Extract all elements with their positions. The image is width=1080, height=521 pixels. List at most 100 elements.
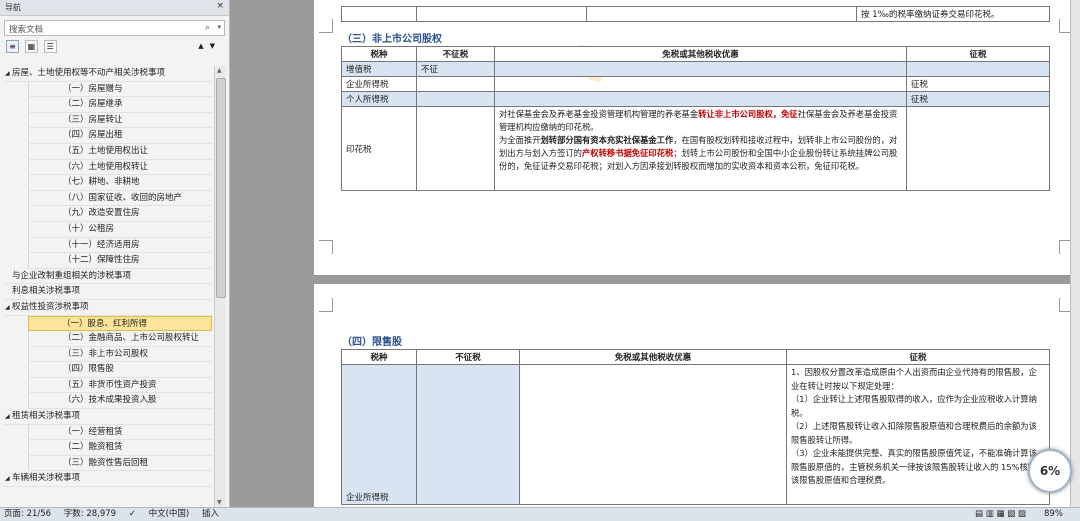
table-cell: 征税 — [906, 76, 1050, 92]
nav-tree-item[interactable]: （七）耕地、非耕地 — [28, 175, 212, 191]
view-buttons[interactable]: ▤ ▥ ▦ ▧ ▨ — [975, 508, 1026, 521]
nav-tree-label: （五）非货币性资产投资 — [63, 379, 157, 390]
scroll-up-icon[interactable]: ▲ — [217, 67, 222, 74]
table-cell: 按 1‰的税率缴纳证券交易印花税。 — [856, 6, 1050, 22]
nav-prev-next-icons[interactable]: ▲▼ — [198, 42, 221, 50]
insert-mode[interactable]: 插入 — [202, 509, 219, 519]
language[interactable]: 中文(中国) — [149, 509, 190, 519]
nav-tree-label: （四）房屋出租 — [63, 130, 123, 141]
headings-view-icon[interactable]: ≡ — [6, 40, 19, 53]
nav-tree-label: （一）经营租赁 — [63, 426, 123, 437]
nav-tree-item[interactable]: （四）房屋出租 — [28, 128, 212, 144]
nav-tree-item[interactable]: （五）非货币性资产投资 — [28, 377, 212, 394]
nav-tree-label: （六）土地使用权转让 — [63, 161, 149, 172]
text-run: 转让非上市公司股权，免征 — [698, 109, 798, 119]
nav-tree-item[interactable]: （三）房屋转让 — [28, 112, 212, 129]
nav-tree-item[interactable]: 与企业改制重组相关的涉税事项 — [4, 269, 212, 285]
page-count[interactable]: 页面: 21/56 — [4, 509, 51, 519]
table-cell — [494, 76, 907, 92]
nav-tree-item[interactable]: （一）房屋赠与 — [28, 81, 212, 98]
nav-tree-item[interactable]: ◢ 租赁相关涉税事项 — [4, 409, 212, 425]
nav-scroll-thumb[interactable] — [216, 78, 226, 298]
nav-tree-label: （二）融资租赁 — [63, 442, 123, 453]
document-page-1: ❖ 按 1‰的税率缴纳证券交易印花税。 （三）非上市公司股权 税种 不征税 免税… — [314, 0, 1080, 275]
nav-tree-item[interactable]: 利息相关涉税事项 — [4, 284, 212, 300]
stamp-tax-cell: 对社保基金会及养老基金投资管理机构管理的养老基金转让非上市公司股权，免征社保基金… — [494, 106, 907, 191]
tax-table-top: 按 1‰的税率缴纳证券交易印花税。 — [341, 6, 1050, 22]
levy-paragraph: （2）上述限售股转让收入扣除限售股原值和合理税费后的余额为该限售股转让所得。 — [791, 421, 1037, 445]
table-row: 企业所得税 1、因股权分置改革造成原由个人出资而由企业代持有的限售股，企业在转让… — [341, 364, 1050, 505]
nav-tree-item[interactable]: （三）融资性售后回租 — [28, 455, 212, 472]
nav-tree-item[interactable]: （六）技术成果投资入股 — [28, 393, 212, 410]
proofing-icon[interactable]: ✓ — [129, 509, 136, 519]
nav-scrollbar[interactable]: ▲ ▼ — [214, 66, 226, 507]
nav-tree-item[interactable]: （十）公租房 — [28, 221, 212, 238]
document-area: ❖ 按 1‰的税率缴纳证券交易印花税。 （三）非上市公司股权 税种 不征税 免税… — [231, 0, 1080, 507]
table-cell — [906, 61, 1050, 77]
nav-tree-item[interactable]: （六）土地使用权转让 — [28, 159, 212, 176]
column-header: 免税或其他税收优惠 — [519, 349, 787, 365]
nav-tree-label: （七）耕地、非耕地 — [63, 177, 140, 188]
text-run: 为全面推开 — [499, 135, 541, 145]
zoom-level[interactable]: 89% — [1044, 508, 1063, 521]
scroll-down-icon[interactable]: ▼ — [217, 499, 222, 506]
table-cell: 个人所得税 — [341, 91, 417, 107]
table-row: 企业所得税 征税 — [341, 76, 1050, 92]
nav-tree-label: 权益性投资涉税事项 — [12, 301, 89, 312]
expand-triangle-icon[interactable]: ◢ — [5, 66, 10, 82]
levy-paragraph: 1、因股权分置改革造成原由个人出资而由企业代持有的限售股，企业在转让时按以下规定… — [791, 367, 1037, 391]
tax-table-section4: 税种 不征税 免税或其他税收优惠 征税 企业所得税 1、因股权分置改革造成原由个… — [341, 349, 1050, 505]
expand-triangle-icon[interactable]: ◢ — [5, 471, 10, 487]
table-cell — [416, 364, 520, 505]
nav-tree-label: （一）股息、红利所得 — [62, 318, 148, 329]
nav-tree-item[interactable]: （二）房屋继承 — [28, 97, 212, 113]
document-scrollbar[interactable] — [1070, 0, 1080, 507]
zoom-badge: 6% — [1028, 449, 1072, 493]
search-placeholder: 搜索文档 — [9, 25, 44, 35]
table-cell — [416, 76, 495, 92]
pages-view-icon[interactable]: ▦ — [24, 40, 38, 53]
nav-tree-label: 利息相关涉税事项 — [12, 286, 81, 297]
nav-tree-item[interactable]: （五）土地使用权出让 — [28, 143, 212, 160]
search-input[interactable]: 搜索文档 ⌕ ▾ — [4, 20, 225, 36]
nav-tree-label: （六）技术成果投资入股 — [63, 395, 157, 406]
nav-tree-item[interactable]: （四）限售股 — [28, 362, 212, 378]
nav-title: 导航 — [5, 3, 21, 12]
nav-tree-item[interactable]: （十一）经济适用房 — [28, 237, 212, 254]
chevron-down-icon[interactable]: ▾ — [217, 23, 221, 31]
nav-title-bar: 导航 × — [0, 0, 229, 16]
nav-tree-label: 车辆相关涉税事项 — [12, 473, 81, 484]
nav-tree-item[interactable]: （一）股息、红利所得 — [28, 315, 212, 332]
levy-paragraph: （1）企业转让上述限售股取得的收入，应作为企业应税收入计算纳税。 — [791, 394, 1037, 418]
nav-tree-item[interactable]: （八）国家征收、收回的房地产 — [28, 190, 212, 207]
table-cell — [519, 364, 787, 505]
nav-tree-item[interactable]: ◢ 车辆相关涉税事项 — [4, 471, 212, 488]
nav-tree-label: 房屋、土地使用权等不动产相关涉税事项 — [12, 68, 166, 78]
table-cell — [906, 106, 1050, 191]
nav-tree-item[interactable]: （十二）保障性住房 — [28, 253, 212, 269]
word-count[interactable]: 字数: 28,979 — [64, 509, 116, 519]
nav-tree-item[interactable]: ◢ 权益性投资涉税事项 — [4, 300, 212, 316]
table-cell — [494, 91, 907, 107]
levy-cell: 1、因股权分置改革造成原由个人出资而由企业代持有的限售股，企业在转让时按以下规定… — [786, 364, 1050, 505]
expand-triangle-icon[interactable]: ◢ — [5, 409, 10, 425]
nav-tree-item[interactable]: （一）经营租赁 — [28, 424, 212, 441]
results-view-icon[interactable]: ☰ — [43, 40, 57, 53]
status-bar: 页面: 21/56 字数: 28,979 ✓ 中文(中国) 插入 ▤ ▥ ▦ ▧… — [0, 507, 1080, 521]
nav-tree-item[interactable]: （三）非上市公司股权 — [28, 346, 212, 363]
nav-tree-label: 租赁相关涉税事项 — [12, 411, 81, 422]
table-cell: 不征 — [416, 61, 495, 77]
nav-tree-item[interactable]: ◢ 房屋、土地使用权等不动产相关涉税事项 — [4, 66, 212, 82]
levy-paragraph: （3）企业未能提供完整、真实的限售股原值凭证，不能准确计算该限售股原值的，主管税… — [791, 448, 1045, 485]
search-icon[interactable]: ⌕ — [205, 23, 210, 33]
section-title: （四）限售股 — [342, 337, 402, 348]
expand-triangle-icon[interactable]: ◢ — [5, 300, 10, 316]
nav-tree-item[interactable]: （二）金融商品、上市公司股权转让 — [28, 331, 212, 347]
nav-tree-item[interactable]: （九）改造安置住房 — [28, 206, 212, 222]
crop-mark — [319, 298, 333, 312]
nav-tree-label: （三）融资性售后回租 — [63, 457, 149, 468]
section-title: （三）非上市公司股权 — [342, 34, 442, 45]
nav-tree-item[interactable]: （二）融资租赁 — [28, 440, 212, 456]
close-icon[interactable]: × — [216, 1, 224, 11]
column-header: 不征税 — [416, 349, 520, 365]
